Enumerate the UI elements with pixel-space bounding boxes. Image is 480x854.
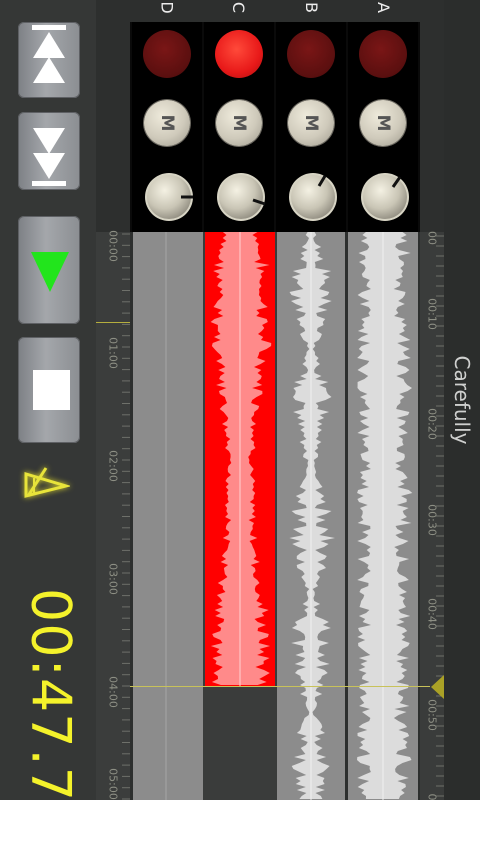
ruler-label: 05:00 — [106, 768, 120, 800]
track-c-waveform — [205, 232, 275, 686]
track-strip-c: M — [204, 22, 274, 232]
zoom-ruler-label: 00:10 — [425, 298, 439, 330]
record-led-b[interactable] — [287, 30, 335, 78]
track-a-waveform — [357, 232, 413, 800]
mute-button-c[interactable]: M — [216, 100, 262, 146]
volume-knob-b[interactable] — [288, 172, 338, 222]
transport-panel: 00:47.7 — [0, 0, 96, 800]
track-lane-b[interactable] — [277, 232, 345, 800]
skip-to-start-button[interactable] — [18, 22, 80, 98]
track-strip-d: M — [132, 22, 202, 232]
track-label-c: C — [229, 1, 249, 14]
track-lane-c[interactable] — [203, 232, 277, 800]
metronome-icon — [24, 467, 72, 498]
stop-button[interactable] — [18, 337, 80, 443]
zoom-ruler-label: 00:20 — [425, 408, 439, 440]
track-label-b: B — [301, 2, 321, 13]
record-led-d[interactable] — [143, 30, 191, 78]
track-b-waveform — [289, 232, 335, 800]
timeline-ruler[interactable]: 00:00 01:00 02:00 03:00 04:00 05:00 — [96, 230, 130, 800]
skip-to-end-icon — [32, 128, 66, 186]
play-button[interactable] — [18, 216, 80, 324]
metronome-button[interactable] — [20, 462, 72, 508]
song-title: Carefully — [450, 355, 474, 445]
ruler-label: 04:00 — [106, 676, 120, 708]
zoom-ruler-label: 00 — [425, 231, 439, 245]
zoom-ruler-label: 00:50 — [425, 699, 439, 731]
playhead-line — [130, 686, 430, 687]
track-strip-a: M — [348, 22, 418, 232]
mute-button-b[interactable]: M — [288, 100, 334, 146]
mute-button-a[interactable]: M — [360, 100, 406, 146]
skip-to-start-icon — [32, 25, 66, 83]
volume-knob-c[interactable] — [216, 172, 266, 222]
zoom-ruler[interactable]: 00 00:10 00:20 00:30 00:40 00:50 0 — [420, 231, 444, 801]
track-lane-d[interactable] — [133, 232, 203, 800]
playhead-marker[interactable] — [431, 675, 444, 699]
track-lane-a[interactable] — [348, 232, 418, 800]
ruler-label: 03:00 — [106, 563, 120, 595]
ruler-label: 02:00 — [106, 450, 120, 482]
skip-to-end-button[interactable] — [18, 112, 80, 190]
zoom-ruler-label: 0 — [425, 793, 439, 801]
ruler-ticks — [122, 233, 130, 800]
ruler-label: 00:00 — [106, 230, 120, 262]
ruler-cursor — [96, 322, 130, 323]
time-display-text: 00:47.7 — [19, 587, 83, 800]
track-strip-b: M — [276, 22, 346, 232]
zoom-ruler-label: 00:40 — [425, 598, 439, 630]
title-bar: Carefully — [444, 0, 480, 800]
play-icon — [31, 252, 69, 292]
track-d-waveform — [165, 232, 167, 800]
record-led-a[interactable] — [359, 30, 407, 78]
track-label-a: A — [373, 2, 393, 13]
track-label-d: D — [157, 1, 177, 14]
zoom-ruler-label: 00:30 — [425, 504, 439, 536]
volume-knob-d[interactable] — [144, 172, 194, 222]
ruler-label: 01:00 — [106, 337, 120, 369]
volume-knob-a[interactable] — [360, 172, 410, 222]
mute-button-d[interactable]: M — [144, 100, 190, 146]
mixer-panel: M M M M — [130, 22, 420, 232]
record-led-c[interactable] — [215, 30, 263, 78]
app-screen: 00:47.7 00:00 01:00 02:00 03:00 04:00 05… — [0, 0, 480, 800]
time-display: 00:47.7 — [19, 587, 83, 800]
stop-icon — [33, 370, 70, 410]
